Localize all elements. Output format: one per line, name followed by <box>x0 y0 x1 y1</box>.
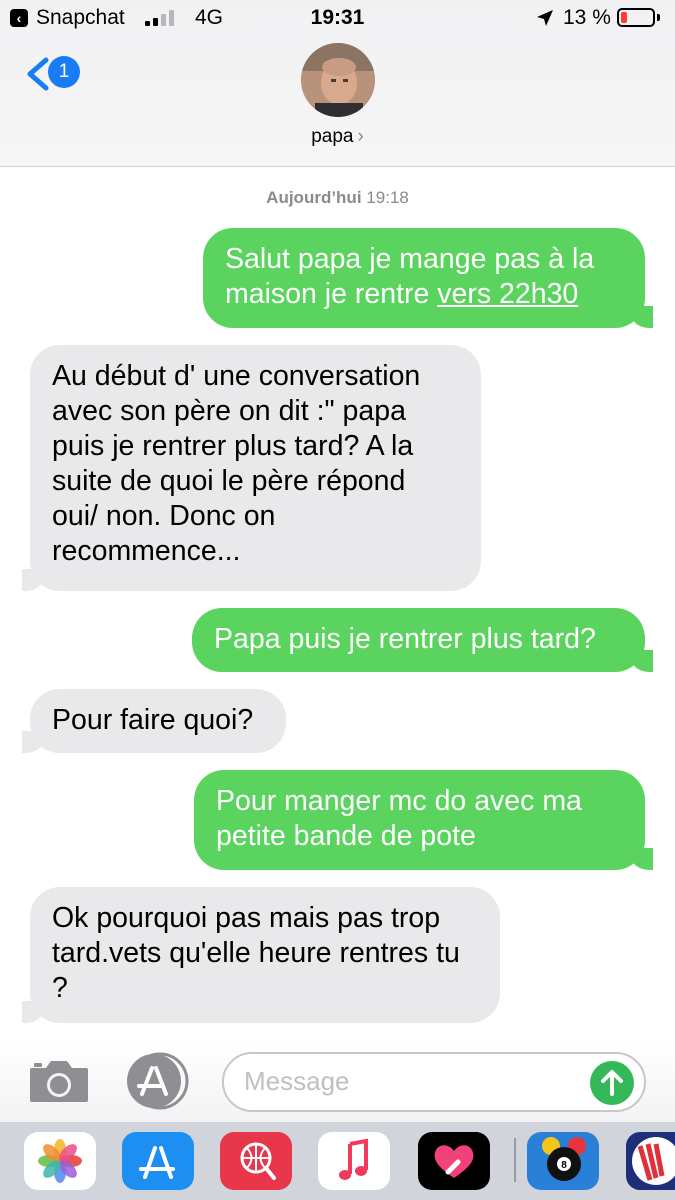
message-text: Ok pourquoi pas mais pas trop tard.vets … <box>52 902 460 1004</box>
chevron-right-icon: › <box>357 126 364 147</box>
avatar-photo <box>301 43 375 117</box>
message-text: Salut papa je mange pas à la <box>225 243 595 275</box>
photos-icon[interactable] <box>24 1132 96 1190</box>
message-text: maison je rentre <box>225 278 438 310</box>
billiard-balls-glyph: 8 <box>542 1137 586 1181</box>
contact-avatar[interactable] <box>301 43 375 117</box>
app-store-button-icon[interactable] <box>124 1052 190 1110</box>
digital-touch-icon[interactable] <box>418 1132 490 1190</box>
partial-app-icon[interactable] <box>626 1132 675 1190</box>
music-icon[interactable] <box>318 1132 390 1190</box>
message-text-line: maison je rentre vers 22h30 <box>225 277 623 312</box>
contact-name: papa <box>311 126 354 147</box>
message-bubble-received[interactable]: Pour faire quoi? <box>22 689 286 753</box>
8-ball-pool-icon[interactable]: 8 <box>527 1132 599 1190</box>
timestamp-day: Aujourd’hui <box>266 188 362 207</box>
drawer-separator <box>514 1138 516 1182</box>
location-arrow-icon <box>537 10 553 26</box>
globe-search-glyph <box>240 1142 276 1180</box>
music-note-glyph <box>339 1138 368 1180</box>
message-bubble-sent[interactable]: Salut papa je mange pas à la maison je r… <box>203 228 653 328</box>
send-button[interactable] <box>590 1061 634 1105</box>
status-bar: ‹ Snapchat 4G 19:31 13 % <box>0 0 675 40</box>
svg-text:8: 8 <box>561 1160 567 1171</box>
time-detected-link[interactable]: vers 22h30 <box>437 278 578 310</box>
app-store-glyph <box>139 1146 175 1179</box>
message-bubble-sent[interactable]: Pour manger mc do avec ma petite bande d… <box>194 770 653 870</box>
app-store-icon[interactable] <box>122 1132 194 1190</box>
message-bubble-received[interactable]: Au début d' une conversation avec son pè… <box>22 345 481 591</box>
message-input-placeholder: Message <box>244 1066 350 1096</box>
message-text: Pour manger mc do avec ma petite bande d… <box>216 785 582 852</box>
arrow-up-icon <box>601 1070 623 1096</box>
message-bubble-received[interactable]: Ok pourquoi pas mais pas trop tard.vets … <box>22 887 500 1023</box>
message-text: Papa puis je rentrer plus tard? <box>214 623 596 655</box>
message-text: Au début d' une conversation avec son pè… <box>52 360 421 567</box>
battery-level-fill <box>621 12 627 23</box>
camera-icon[interactable] <box>28 1058 90 1104</box>
heart-glyph <box>434 1145 474 1178</box>
message-text: Pour faire quoi? <box>52 704 254 736</box>
timestamp-time: 19:18 <box>366 188 409 207</box>
search-images-icon[interactable] <box>220 1132 292 1190</box>
battery-tip <box>657 14 660 21</box>
message-bubble-sent[interactable]: Papa puis je rentrer plus tard? <box>192 608 653 672</box>
timestamp-header: Aujourd’hui 19:18 <box>0 188 675 208</box>
battery-percentage: 13 % <box>563 6 611 29</box>
battery-icon <box>617 8 655 27</box>
contact-name-button[interactable]: papa › <box>0 126 675 148</box>
partial-app-glyph <box>632 1137 675 1185</box>
unread-count-badge[interactable]: 1 <box>48 56 80 88</box>
photos-glyph <box>38 1139 82 1183</box>
